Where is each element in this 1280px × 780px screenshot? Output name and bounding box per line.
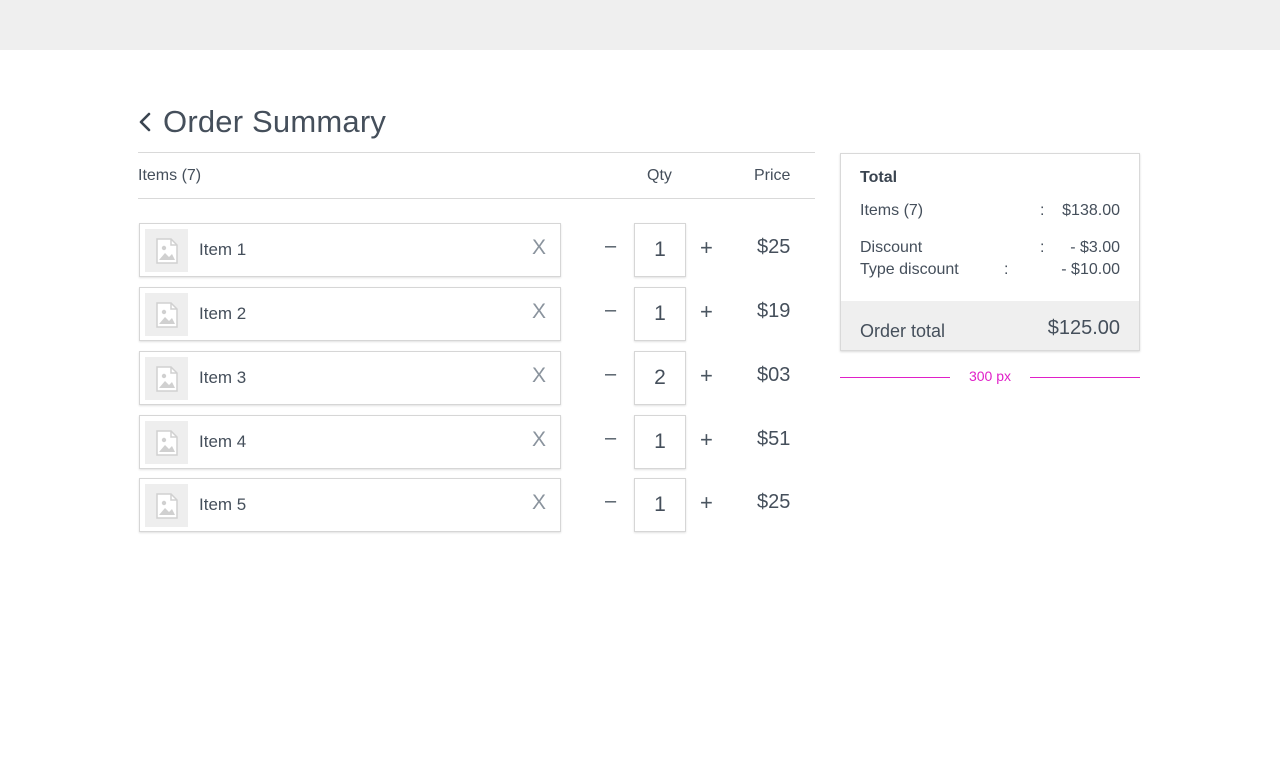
- quantity-field[interactable]: 1: [634, 223, 686, 277]
- image-placeholder-icon: [145, 229, 188, 272]
- chevron-left-icon[interactable]: [138, 110, 160, 134]
- list-item: Item 4 X – 1 + $51: [139, 415, 815, 469]
- page-title: Order Summary: [163, 104, 387, 139]
- quantity-field[interactable]: 1: [634, 415, 686, 469]
- items-list-header: Items (7) Qty Price: [138, 152, 815, 199]
- item-name: Item 1: [199, 240, 247, 259]
- remove-item-button[interactable]: X: [532, 491, 546, 515]
- item-price: $25: [757, 236, 791, 258]
- image-placeholder-icon: [145, 421, 188, 464]
- summary-type-discount-value: - $10.00: [1061, 261, 1120, 278]
- top-bar: [0, 0, 1280, 50]
- order-total-card: Total Items (7) : $138.00 Discount : - $…: [840, 153, 1140, 351]
- separator-colon: :: [1040, 239, 1045, 256]
- decrease-qty-button[interactable]: –: [605, 235, 616, 258]
- remove-item-button[interactable]: X: [532, 300, 546, 324]
- quantity-field[interactable]: 1: [634, 478, 686, 532]
- summary-discount-label: Discount: [860, 239, 923, 256]
- item-card: Item 3 X: [139, 351, 561, 405]
- summary-items-value: $138.00: [1062, 202, 1120, 219]
- image-placeholder-icon: [145, 484, 188, 527]
- increase-qty-button[interactable]: +: [700, 427, 713, 453]
- summary-type-discount-label: Type discount: [860, 261, 959, 278]
- image-placeholder-icon: [145, 357, 188, 400]
- remove-item-button[interactable]: X: [532, 428, 546, 452]
- decrease-qty-button[interactable]: –: [605, 490, 616, 513]
- quantity-field[interactable]: 1: [634, 287, 686, 341]
- increase-qty-button[interactable]: +: [700, 235, 713, 261]
- remove-item-button[interactable]: X: [532, 364, 546, 388]
- item-price: $51: [757, 428, 791, 450]
- items-column-header: Items (7): [138, 167, 202, 184]
- item-price: $03: [757, 364, 791, 386]
- decrease-qty-button[interactable]: –: [605, 363, 616, 386]
- summary-title: Total: [860, 169, 898, 186]
- item-card: Item 5 X: [139, 478, 561, 532]
- item-name: Item 4: [199, 432, 247, 451]
- separator-colon: :: [1004, 261, 1009, 278]
- list-item: Item 3 X – 2 + $03: [139, 351, 815, 405]
- width-annotation: 300 px: [840, 367, 1140, 387]
- order-total-label: Order total: [860, 321, 946, 341]
- dimension-label: 300 px: [968, 368, 1012, 384]
- remove-item-button[interactable]: X: [532, 236, 546, 260]
- summary-discount-value: - $3.00: [1070, 239, 1120, 256]
- increase-qty-button[interactable]: +: [700, 299, 713, 325]
- qty-column-header: Qty: [647, 167, 672, 184]
- list-item: Item 2 X – 1 + $19: [139, 287, 815, 341]
- list-item: Item 1 X – 1 + $25: [139, 223, 815, 277]
- order-total-footer: Order total $125.00: [841, 301, 1139, 350]
- item-price: $25: [757, 491, 791, 513]
- image-placeholder-icon: [145, 293, 188, 336]
- item-name: Item 2: [199, 304, 247, 323]
- summary-items-label: Items (7): [860, 202, 924, 219]
- page-header: Order Summary: [138, 100, 386, 144]
- separator-colon: :: [1040, 202, 1045, 219]
- price-column-header: Price: [754, 167, 791, 184]
- quantity-field[interactable]: 2: [634, 351, 686, 405]
- increase-qty-button[interactable]: +: [700, 363, 713, 389]
- item-price: $19: [757, 300, 791, 322]
- decrease-qty-button[interactable]: –: [605, 299, 616, 322]
- order-total-value: $125.00: [1047, 317, 1120, 339]
- dimension-line: [1030, 377, 1140, 378]
- item-card: Item 2 X: [139, 287, 561, 341]
- item-card: Item 4 X: [139, 415, 561, 469]
- decrease-qty-button[interactable]: –: [605, 427, 616, 450]
- increase-qty-button[interactable]: +: [700, 490, 713, 516]
- item-name: Item 3: [199, 368, 247, 387]
- item-name: Item 5: [199, 495, 247, 514]
- list-item: Item 5 X – 1 + $25: [139, 478, 815, 532]
- item-card: Item 1 X: [139, 223, 561, 277]
